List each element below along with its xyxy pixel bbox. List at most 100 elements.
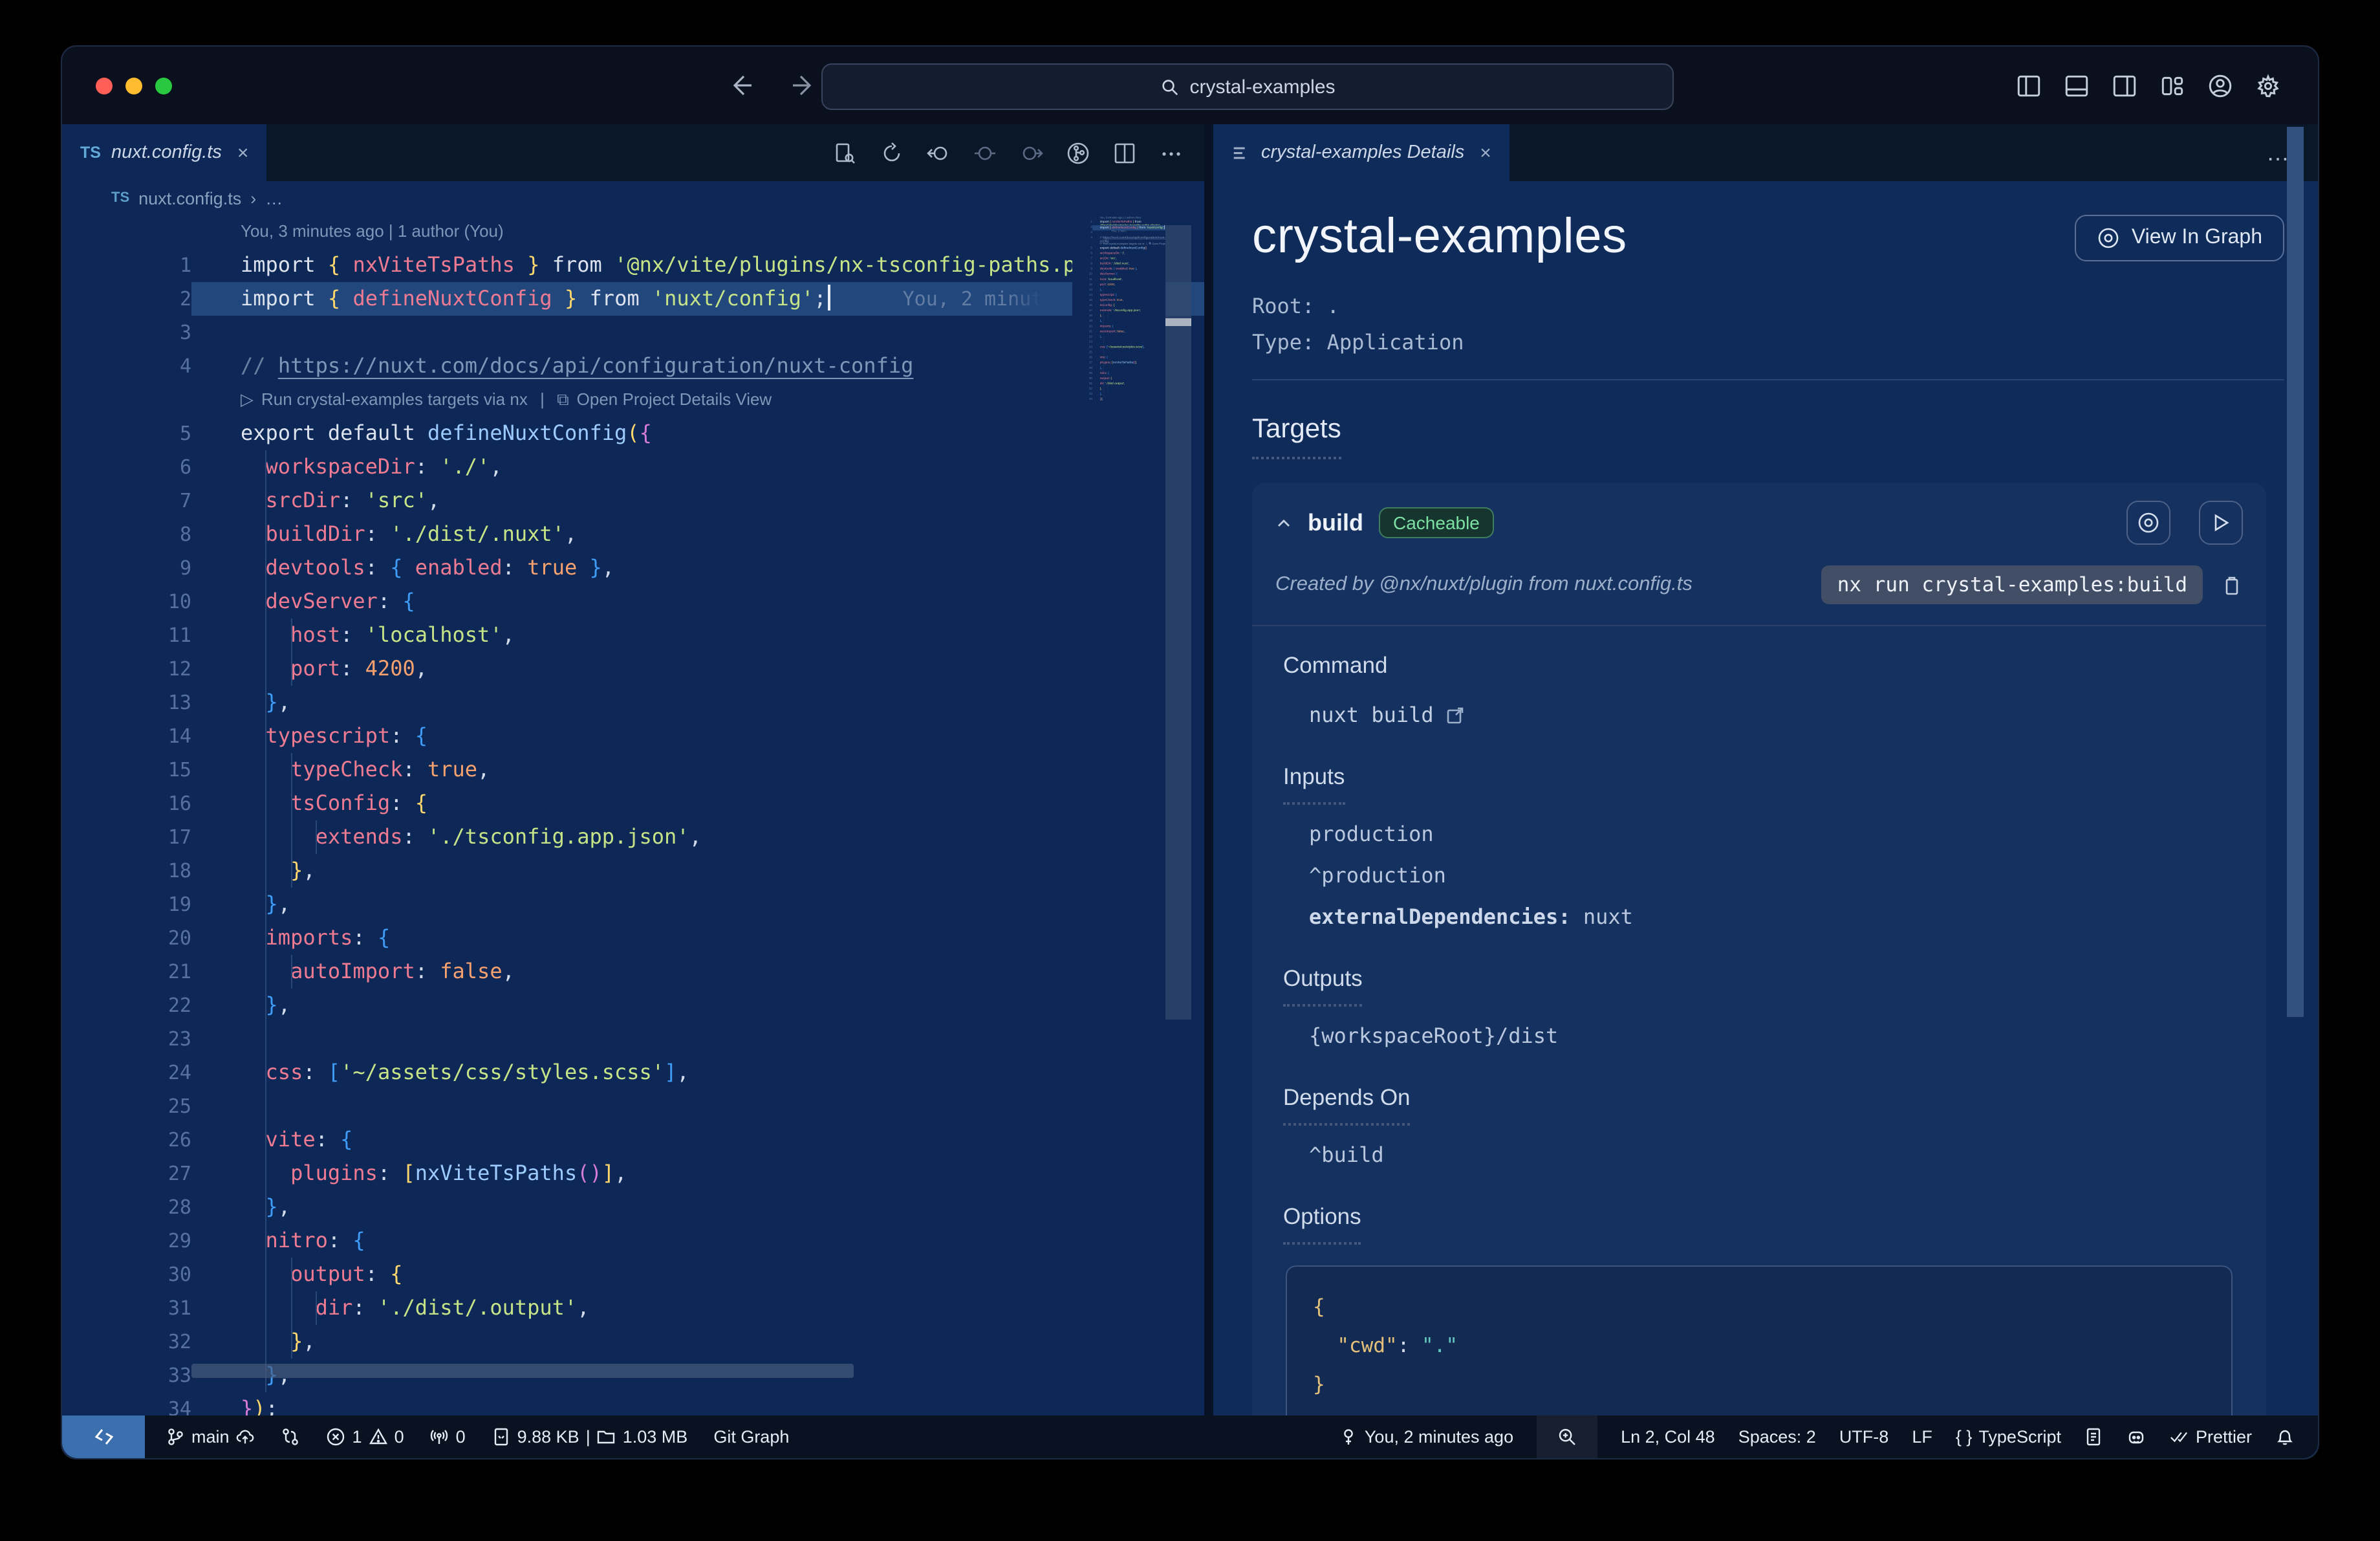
- line-content[interactable]: },: [191, 888, 1204, 921]
- file-size-status[interactable]: 9.88 KB | 1.03 MB: [492, 1427, 687, 1447]
- code-line[interactable]: 29 nitro: {: [1072, 371, 1165, 377]
- view-target-graph-button[interactable]: [2126, 501, 2170, 545]
- line-content[interactable]: css: ['~/assets/css/styles.scss'],: [191, 1056, 1204, 1089]
- code-line[interactable]: 29 nitro: {: [62, 1224, 1204, 1258]
- run-targets-lens[interactable]: Run crystal-examples targets via nx: [1103, 242, 1145, 245]
- collapse-chevron-icon[interactable]: [1275, 514, 1292, 531]
- tab-nuxt-config[interactable]: TS nuxt.config.ts ×: [62, 124, 267, 181]
- code-line[interactable]: 24 css: ['~/assets/css/styles.scss'],: [1072, 345, 1165, 351]
- code-line[interactable]: 32 },: [62, 1325, 1204, 1359]
- close-panel-tab-icon[interactable]: ×: [1480, 142, 1491, 164]
- code-line[interactable]: 26 vite: {: [1072, 356, 1165, 361]
- nx-run-command-chip[interactable]: nx run crystal-examples:build: [1821, 565, 2203, 604]
- maximize-window-button[interactable]: [155, 77, 172, 94]
- editor-panel-divider[interactable]: [1204, 124, 1213, 1415]
- run-target-button[interactable]: [2199, 501, 2243, 545]
- code-line[interactable]: 16 tsConfig: {: [62, 787, 1204, 820]
- code-line[interactable]: 7 srcDir: 'src',: [1072, 256, 1165, 261]
- code-line[interactable]: 16 tsConfig: {: [1072, 303, 1165, 309]
- pull-request-status[interactable]: [2084, 1427, 2104, 1447]
- toggle-secondary-sidebar-icon[interactable]: [2111, 72, 2138, 99]
- code-line[interactable]: 25: [62, 1089, 1204, 1123]
- code-line[interactable]: 30 output: {: [1072, 377, 1165, 382]
- code-lines[interactable]: You, 3 minutes ago | 1 author (You) 1 impo…: [1072, 215, 1165, 402]
- code-line[interactable]: 14 typescript: {: [1072, 293, 1165, 298]
- code-line[interactable]: 18 },: [62, 854, 1204, 888]
- breadcrumb-file[interactable]: nuxt.config.ts: [138, 188, 241, 208]
- tab-project-details[interactable]: crystal-examples Details ×: [1213, 124, 1509, 181]
- line-content[interactable]: [1092, 230, 1165, 235]
- code-lens[interactable]: You, 3 minutes ago | 1 author (You): [1072, 215, 1165, 220]
- line-content[interactable]: autoImport: false,: [191, 955, 1204, 989]
- line-content[interactable]: typeCheck: true,: [191, 753, 1204, 787]
- code-line[interactable]: 3: [1072, 230, 1165, 235]
- line-content[interactable]: vite: {: [191, 1123, 1204, 1157]
- code-line[interactable]: 8 buildDir: './dist/.nuxt',: [1072, 262, 1165, 267]
- code-line[interactable]: 2 import { defineNuxtConfig } from 'nuxt/…: [62, 282, 1204, 316]
- line-content[interactable]: import { defineNuxtConfig } from 'nuxt/c…: [1092, 225, 1165, 233]
- code-line[interactable]: 28 },: [1072, 366, 1165, 371]
- line-content[interactable]: ▷ Run crystal-examples targets via nx | ⧉…: [191, 383, 1204, 417]
- remote-indicator[interactable]: [62, 1415, 145, 1458]
- code-line[interactable]: 21 autoImport: false,: [62, 955, 1204, 989]
- code-line[interactable]: 4// https://nuxt.com/docs/api/configurat…: [1072, 235, 1165, 243]
- code-line[interactable]: 13 },: [62, 686, 1204, 719]
- code-line[interactable]: 20 imports: {: [62, 921, 1204, 955]
- code-line[interactable]: 31 dir: './dist/.output',: [1072, 382, 1165, 387]
- code-line[interactable]: 20 imports: {: [1072, 324, 1165, 329]
- code-line[interactable]: 15 typeCheck: true,: [1072, 298, 1165, 303]
- eol-status[interactable]: LF: [1912, 1427, 1932, 1447]
- line-content[interactable]: });: [1092, 397, 1165, 402]
- code-line[interactable]: 22 },: [1072, 334, 1165, 340]
- line-content[interactable]: srcDir: 'src',: [191, 484, 1204, 518]
- code-line[interactable]: 33 },: [1072, 392, 1165, 397]
- code-line[interactable]: 13 },: [1072, 288, 1165, 293]
- code-line[interactable]: 9 devtools: { enabled: true },: [62, 551, 1204, 585]
- code-line[interactable]: 5 export default defineNuxtConfig({: [1072, 246, 1165, 251]
- breadcrumb-more[interactable]: …: [265, 188, 283, 208]
- code-line[interactable]: 25: [1072, 351, 1165, 356]
- encoding-status[interactable]: UTF-8: [1839, 1427, 1889, 1447]
- line-content[interactable]: ▷ Run crystal-examples targets via nx | ⧉…: [1092, 241, 1165, 246]
- line-content[interactable]: typescript: {: [191, 719, 1204, 753]
- account-icon[interactable]: [2207, 72, 2234, 99]
- code-line[interactable]: 34});: [62, 1392, 1204, 1415]
- code-line[interactable]: 1import { nxViteTsPaths } from '@nx/vite…: [62, 248, 1204, 282]
- code-line[interactable]: 15 typeCheck: true,: [62, 753, 1204, 787]
- problems-status[interactable]: 1 0: [327, 1427, 404, 1447]
- code-lines[interactable]: You, 3 minutes ago | 1 author (You) 1 impo…: [62, 215, 1204, 1415]
- git-graph-view-icon[interactable]: [1066, 140, 1090, 165]
- line-content[interactable]: port: 4200,: [191, 652, 1204, 686]
- line-content[interactable]: },: [191, 1190, 1204, 1224]
- line-content[interactable]: plugins: [nxViteTsPaths()],: [191, 1157, 1204, 1190]
- run-targets-lens[interactable]: Run crystal-examples targets via nx: [261, 383, 528, 417]
- settings-gear-icon[interactable]: [2255, 72, 2282, 99]
- forward-icon[interactable]: [789, 71, 817, 100]
- open-project-details-lens[interactable]: Open Project Details View: [1152, 242, 1165, 245]
- run-targets-lens-icon[interactable]: ▷: [1100, 242, 1102, 245]
- copilot-status[interactable]: [2127, 1427, 2147, 1447]
- line-content[interactable]: export default defineNuxtConfig({: [1092, 246, 1165, 251]
- line-content[interactable]: },: [191, 686, 1204, 719]
- language-mode-status[interactable]: { } TypeScript: [1956, 1427, 2061, 1447]
- customize-layout-icon[interactable]: [2159, 72, 2186, 99]
- horizontal-scrollbar[interactable]: [191, 1364, 854, 1378]
- code-line[interactable]: 17 extends: './tsconfig.app.json',: [1072, 309, 1165, 314]
- code-line[interactable]: 3: [62, 316, 1204, 349]
- line-content[interactable]: [191, 1022, 1204, 1056]
- open-changes-icon[interactable]: [833, 140, 858, 165]
- code-line[interactable]: 14 typescript: {: [62, 719, 1204, 753]
- line-content[interactable]: import { nxViteTsPaths } from '@nx/vite/…: [191, 248, 1204, 282]
- line-content[interactable]: You, 3 minutes ago | 1 author (You): [191, 215, 1204, 248]
- code-line[interactable]: 28 },: [62, 1190, 1204, 1224]
- code-lens[interactable]: ▷ Run crystal-examples targets via nx | ⧉…: [1072, 241, 1165, 246]
- line-content[interactable]: You, 3 minutes ago | 1 author (You): [1092, 215, 1165, 220]
- panel-scrollbar[interactable]: [2287, 127, 2304, 1017]
- editor-scrollbar[interactable]: [1165, 225, 1191, 1020]
- code-line[interactable]: 10 devServer: {: [1072, 272, 1165, 278]
- code-line[interactable]: 19 },: [1072, 319, 1165, 324]
- code-line[interactable]: 1import { nxViteTsPaths } from '@nx/vite…: [1072, 220, 1165, 227]
- close-tab-icon[interactable]: ×: [237, 142, 249, 164]
- line-content[interactable]: },: [191, 1325, 1204, 1359]
- line-content[interactable]: [191, 316, 1204, 349]
